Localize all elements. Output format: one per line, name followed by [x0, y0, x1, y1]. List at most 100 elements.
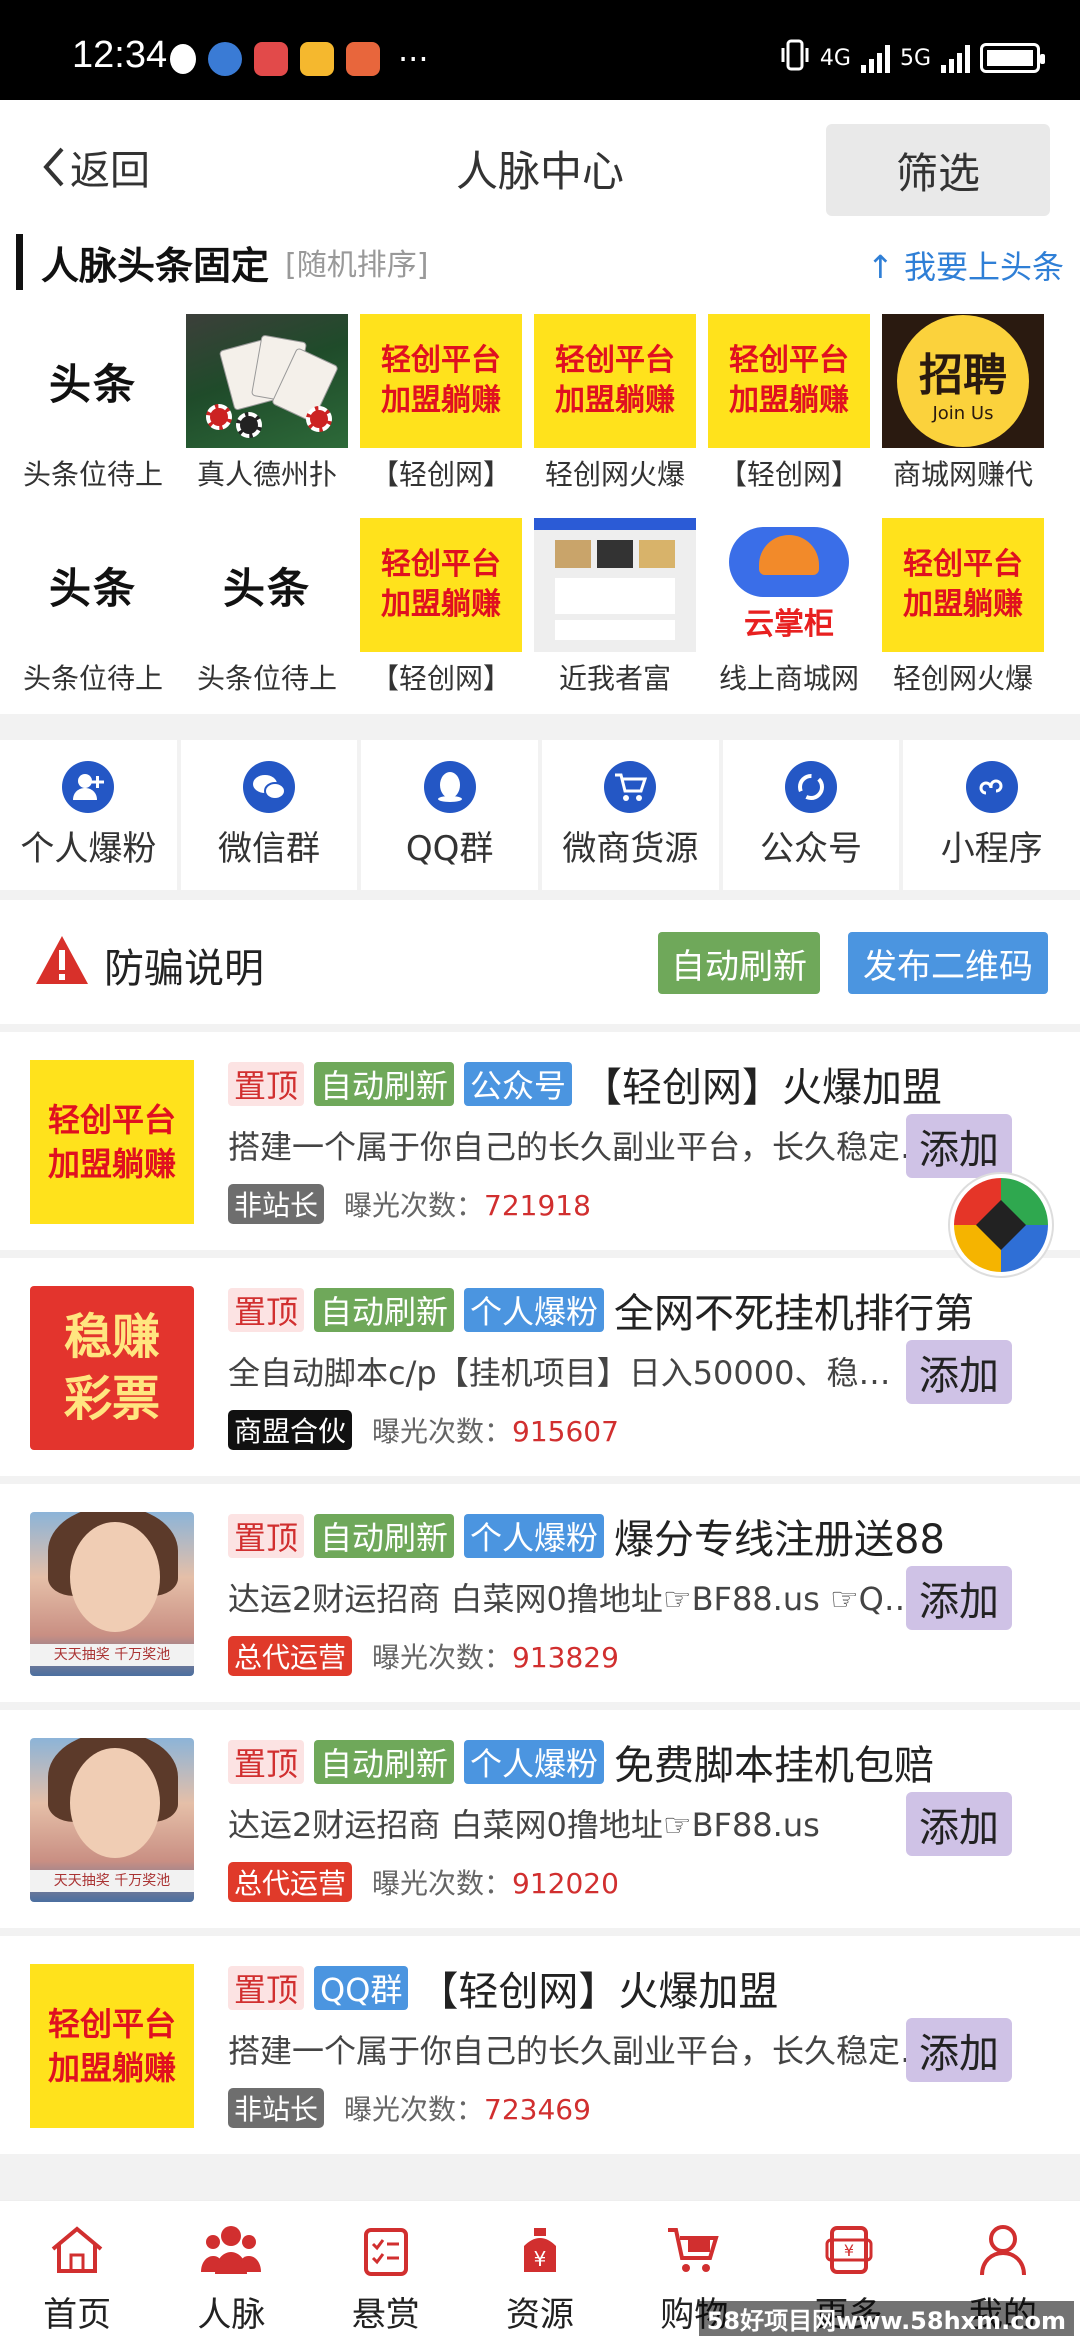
listing-title: 【轻创网】火爆加盟	[418, 1969, 779, 2014]
qc-line2: 加盟躺赚	[381, 587, 501, 622]
listing-meta: 非站长 曝光次数：721918	[228, 1184, 591, 1224]
headline-caption: 【轻创网】	[718, 458, 859, 491]
category-tag: 个人爆粉	[464, 1514, 605, 1558]
nav-contacts[interactable]: 人脉	[154, 2201, 308, 2340]
listing-thumbnail[interactable]: 轻创平台 加盟躺赚	[30, 1060, 194, 1224]
svg-text:¥: ¥	[534, 2247, 547, 2271]
add-button[interactable]: 添加	[906, 1340, 1012, 1404]
signal-4g-label: 4G	[819, 45, 851, 71]
status-right: 4G 5G	[780, 38, 1045, 78]
apply-headline-link[interactable]: ↑ 我要上头条	[867, 242, 1064, 288]
recruit-image: 招聘 Join Us	[882, 314, 1044, 448]
vibrate-icon	[780, 38, 810, 78]
status-time: 12:34	[72, 34, 168, 76]
headline-item[interactable]: 轻创平台加盟躺赚【轻创网】	[360, 314, 522, 498]
listing-header: 置顶 自动刷新 个人爆粉 爆分专线注册送88	[228, 1510, 1058, 1562]
thumb-band-text: 天天抽奖 千万奖池	[30, 1870, 194, 1892]
yunzhanggui-text: 云掌柜	[744, 607, 834, 642]
book-notification-icon	[254, 42, 288, 76]
category-label: 公众号	[760, 828, 863, 869]
headline-item[interactable]: 近我者富	[534, 518, 696, 702]
headline-item[interactable]: 头条 头条位待上	[186, 518, 348, 702]
add-user-icon	[62, 760, 115, 813]
qc-banner-image: 轻创平台 加盟躺赚	[882, 518, 1044, 652]
listing-thumbnail[interactable]: 轻创平台 加盟躺赚	[30, 1964, 194, 2128]
qc-banner-image: 轻创平台 加盟躺赚	[360, 518, 522, 652]
hat-shape	[759, 535, 819, 575]
pinned-tag: 置顶	[228, 1288, 305, 1332]
qc-banner-image: 轻创平台 加盟躺赚	[360, 314, 522, 448]
poker-image	[186, 314, 348, 448]
face-shape	[70, 1522, 160, 1632]
anti-fraud-link[interactable]: 防骗说明	[104, 936, 264, 994]
auto-refresh-button[interactable]: 自动刷新	[658, 932, 820, 994]
headline-item[interactable]: 头条 头条位待上	[12, 314, 174, 498]
headlines-subtitle: [随机排序]	[285, 248, 429, 283]
headline-item[interactable]: 轻创平台 加盟躺赚 【轻创网】	[708, 314, 870, 498]
category-official-account[interactable]: 公众号	[722, 740, 900, 890]
add-button[interactable]: 添加	[906, 1566, 1012, 1630]
qc-banner-image: 轻创平台 加盟躺赚	[534, 314, 696, 448]
contacts-icon	[196, 2215, 266, 2285]
category-wechat[interactable]: 微信群	[180, 740, 358, 890]
exposure-value: 723469	[484, 2093, 591, 2126]
headline-item[interactable]: 轻创平台 加盟躺赚轻创网火爆	[882, 518, 1044, 702]
category-qq[interactable]: QQ群	[361, 740, 539, 890]
thumb-line2: 加盟躺赚	[47, 1145, 176, 1183]
qc-line1: 轻创平台	[381, 343, 501, 378]
signal-5g-label: 5G	[899, 45, 931, 71]
listing-item[interactable]: 轻创平台 加盟躺赚 置顶 QQ群 【轻创网】火爆加盟 搭建一个属于你自己的长久副业平台，长…	[0, 1936, 1080, 2154]
wechat-icon	[243, 760, 295, 813]
nav-resource[interactable]: ¥ 资源	[463, 2201, 617, 2340]
headline-item[interactable]: 轻创平台 加盟躺赚 【轻创网】	[360, 518, 522, 702]
thumb-band-text: 天天抽奖 千万奖池	[30, 1644, 194, 1666]
listing-thumbnail[interactable]: 天天抽奖 千万奖池	[30, 1512, 194, 1676]
nav-label: 资源	[505, 2295, 574, 2335]
headline-item[interactable]: 云掌柜 线上商城网	[708, 518, 870, 702]
headline-item[interactable]: 真人德州扑	[186, 314, 348, 498]
floating-app-logo-icon[interactable]	[946, 1170, 1056, 1280]
battery-icon	[980, 43, 1045, 73]
headline-item[interactable]: 头条 头条位待上	[12, 518, 174, 702]
toutiao-text: 头条	[48, 563, 137, 613]
add-button[interactable]: 添加	[906, 1792, 1012, 1856]
listing-item[interactable]: 天天抽奖 千万奖池 置顶 自动刷新 个人爆粉 爆分专线注册送88 达运2财运招商 白菜网0…	[0, 1484, 1080, 1702]
exposure-label: 曝光次数：	[344, 1189, 485, 1222]
headline-item[interactable]: 招聘 Join Us 商城网赚代	[882, 314, 1044, 498]
app-header: 返回 人脉中心 筛选	[0, 100, 1080, 234]
watermark: 58好项目网www.58hxm.com	[698, 2301, 1074, 2336]
headline-caption: 轻创网火爆	[892, 662, 1033, 695]
category-add-user[interactable]: 个人爆粉	[0, 740, 177, 890]
nav-reward[interactable]: 悬赏	[309, 2201, 463, 2340]
qc-line1: 轻创平台	[555, 343, 675, 378]
auto-refresh-tag: 自动刷新	[314, 1514, 455, 1558]
nav-home[interactable]: 首页	[0, 2201, 154, 2340]
category-cart[interactable]: 微商货源	[542, 740, 719, 890]
category-mini-program[interactable]: 小程序	[903, 740, 1080, 890]
qq-icon	[423, 760, 476, 813]
add-button[interactable]: 添加	[906, 2018, 1012, 2082]
pinned-tag: 置顶	[228, 1740, 305, 1784]
category-tag: QQ群	[314, 1966, 409, 2010]
category-tag: 公众号	[464, 1062, 573, 1106]
listing-item[interactable]: 天天抽奖 千万奖池 置顶 自动刷新 个人爆粉 免费脚本挂机包赔 达运2财运招商 白菜网0撸…	[0, 1710, 1080, 1928]
qc-line2: 加盟躺赚	[903, 587, 1023, 622]
listing-item[interactable]: 轻创平台 加盟躺赚 置顶 自动刷新 公众号 【轻创网】火爆加盟 搭建一个属于你自己的长久副业…	[0, 1032, 1080, 1250]
listing-thumbnail[interactable]: 天天抽奖 千万奖池	[30, 1738, 194, 1902]
filter-button[interactable]: 筛选	[826, 124, 1050, 216]
headline-item[interactable]: 轻创平台 加盟躺赚 轻创网火爆	[534, 314, 696, 498]
page: 12:34 ··· 4G 5G 返回 人脉中心 筛选 人脉头条固定 [随机排序]…	[0, 0, 1080, 2340]
pinned-tag: 置顶	[228, 1514, 305, 1558]
qc-line1: 轻创平台	[729, 343, 849, 378]
publish-qrcode-button[interactable]: 发布二维码	[848, 932, 1048, 994]
headline-caption: 【轻创网】	[370, 458, 511, 491]
add-button[interactable]: 添加	[906, 1114, 1012, 1178]
qc-line2: 加盟躺赚	[381, 383, 501, 418]
exposure-count: 曝光次数：721918	[344, 1184, 591, 1224]
category-label: 个人爆粉	[20, 828, 157, 869]
warning-icon	[34, 934, 90, 990]
listing-thumbnail[interactable]: 稳赚 彩票	[30, 1286, 194, 1450]
status-bar: 12:34 ··· 4G 5G	[0, 0, 1080, 100]
listing-item[interactable]: 稳赚 彩票 置顶 自动刷新 个人爆粉 全网不死挂机排行第 全自动脚本c/p【挂机项目】日入5…	[0, 1258, 1080, 1476]
toutiao-text: 头条	[48, 359, 137, 409]
